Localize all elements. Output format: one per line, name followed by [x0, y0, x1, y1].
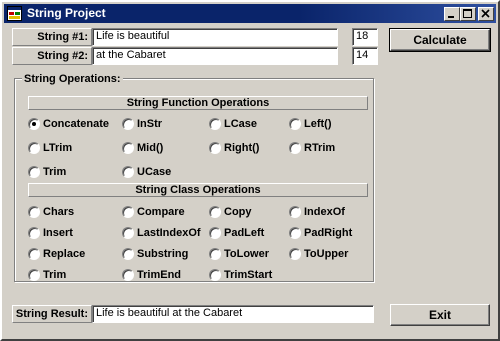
radio-circle: [209, 227, 221, 239]
radio-circle: [209, 206, 221, 218]
radio-label: ToUpper: [304, 248, 349, 260]
radio-label: Left(): [304, 118, 332, 130]
maximize-button[interactable]: [460, 7, 476, 21]
radio-label: RTrim: [304, 142, 336, 154]
radio-label: LTrim: [43, 142, 73, 154]
string-result-label: String Result:: [12, 305, 92, 323]
minimize-button[interactable]: [444, 7, 460, 21]
radio-circle: [289, 142, 301, 154]
radio-label: TrimStart: [224, 269, 273, 281]
app-window-icon: [7, 6, 22, 21]
radio-circle: [289, 227, 301, 239]
radio-label: Trim: [43, 269, 67, 281]
radio-circle: [122, 227, 134, 239]
radio-circle: [28, 269, 40, 281]
title-bar[interactable]: String Project: [4, 4, 496, 23]
radio-label: PadLeft: [224, 227, 265, 239]
radio-label: Replace: [43, 248, 86, 260]
radio-label: PadRight: [304, 227, 353, 239]
radio-label: Copy: [224, 206, 252, 218]
string-operations-group-label: String Operations:: [22, 72, 123, 86]
radio-selected-dot: [32, 122, 36, 126]
radio-label: Compare: [137, 206, 185, 218]
radio-circle: [209, 248, 221, 260]
window-title: String Project: [27, 6, 106, 20]
string2-input[interactable]: at the Cabaret: [92, 47, 338, 65]
exit-button[interactable]: Exit: [390, 304, 490, 326]
radio-circle: [28, 166, 40, 178]
radio-circle: [28, 142, 40, 154]
string-result-field: Life is beautiful at the Cabaret: [92, 305, 374, 323]
radio-circle: [28, 118, 40, 130]
radio-label: UCase: [137, 166, 172, 178]
radio-circle: [122, 166, 134, 178]
maximize-icon: [463, 9, 472, 18]
radio-circle: [209, 142, 221, 154]
string1-label: String #1:: [12, 28, 92, 46]
string-class-section-header: String Class Operations: [28, 183, 368, 197]
string-function-section-header: String Function Operations: [28, 96, 368, 110]
radio-label: Substring: [137, 248, 189, 260]
close-button[interactable]: [478, 7, 494, 21]
radio-label: ToLower: [224, 248, 270, 260]
close-icon: [481, 9, 490, 18]
radio-label: IndexOf: [304, 206, 345, 218]
radio-circle: [28, 206, 40, 218]
radio-circle: [289, 118, 301, 130]
radio-label: Mid(): [137, 142, 164, 154]
string2-length-field: 14: [352, 47, 378, 65]
radio-label: LCase: [224, 118, 258, 130]
radio-circle: [122, 142, 134, 154]
radio-label: Insert: [43, 227, 73, 239]
radio-circle: [122, 206, 134, 218]
calculate-button[interactable]: Calculate: [389, 28, 491, 52]
radio-label: LastIndexOf: [137, 227, 201, 239]
radio-label: Concatenate: [43, 118, 110, 130]
string2-label: String #2:: [12, 47, 92, 65]
string1-length-field: 18: [352, 28, 378, 46]
radio-label: Trim: [43, 166, 67, 178]
radio-circle: [209, 118, 221, 130]
radio-circle: [289, 206, 301, 218]
radio-circle: [122, 118, 134, 130]
radio-circle: [28, 248, 40, 260]
radio-circle: [28, 227, 40, 239]
minimize-icon: [448, 16, 454, 18]
radio-circle: [289, 248, 301, 260]
radio-label: TrimEnd: [137, 269, 182, 281]
radio-label: Right(): [224, 142, 260, 154]
radio-circle: [122, 269, 134, 281]
radio-label: Chars: [43, 206, 75, 218]
string1-input[interactable]: Life is beautiful: [92, 28, 338, 46]
radio-circle: [122, 248, 134, 260]
application-window: String Project String #1: Life is beauti…: [0, 0, 500, 341]
radio-circle: [209, 269, 221, 281]
radio-label: InStr: [137, 118, 163, 130]
